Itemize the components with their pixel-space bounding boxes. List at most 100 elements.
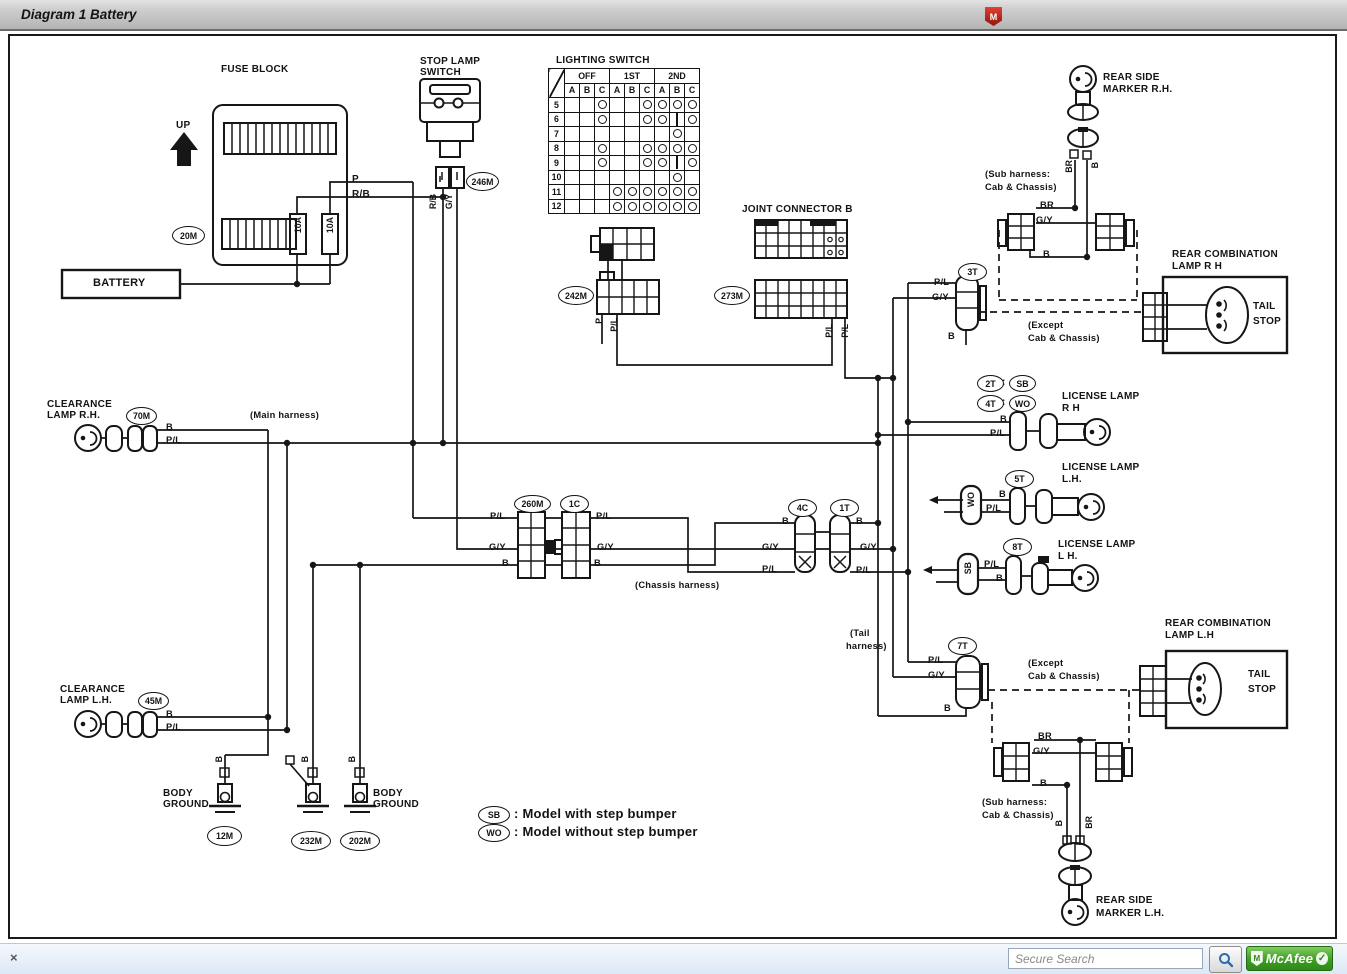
m260-pl: P/L <box>490 511 505 522</box>
stop-rh: STOP <box>1253 316 1281 327</box>
sub-harness-bot-2: Cab & Chassis) <box>982 810 1054 821</box>
connector-202m: 202M <box>340 831 380 851</box>
tail-harness-1: (Tail <box>850 628 870 639</box>
fuse-block-label: FUSE BLOCK <box>221 64 289 75</box>
stop-lamp-label-2: SWITCH <box>420 67 461 78</box>
ground-b-3: B <box>347 756 358 762</box>
except-2b: Cab & Chassis) <box>1028 671 1100 682</box>
sub-bot-br: BR <box>1038 731 1052 742</box>
m260-gy: G/Y <box>489 542 506 553</box>
stop-lh: STOP <box>1248 684 1276 695</box>
connector-1t: 1T <box>830 499 859 517</box>
m260-b: B <box>502 558 509 569</box>
except-1b: Cab & Chassis) <box>1028 333 1100 344</box>
t1-b: B <box>856 516 863 527</box>
stop-lamp-label-1: STOP LAMP <box>420 56 480 67</box>
license-lh1-2: L.H. <box>1062 474 1082 485</box>
tail-harness-2: harness) <box>846 641 887 652</box>
marker-rh-2: MARKER R.H. <box>1103 84 1172 95</box>
sub-harness-top-1: (Sub harness: <box>985 169 1050 180</box>
body-ground-r-1: BODY <box>373 788 403 799</box>
marker-rh-1: REAR SIDE <box>1103 72 1160 83</box>
joint-connector-b-label: JOINT CONNECTOR B <box>742 204 853 215</box>
sub-harness-bot-1: (Sub harness: <box>982 797 1047 808</box>
legend-sb-text: : Model with step bumper <box>514 808 677 819</box>
rear-comb-lh-1: REAR COMBINATION <box>1165 618 1271 629</box>
body-ground-l-1: BODY <box>163 788 193 799</box>
connector-1c: 1C <box>560 495 589 513</box>
connector-4c: 4C <box>788 499 817 517</box>
wire-pl-vert-2: P/L <box>824 324 835 338</box>
license-rh-2: R H <box>1062 403 1080 414</box>
llh2-b: B <box>996 573 1003 584</box>
app-window: Diagram 1 Battery <box>0 0 1347 974</box>
lrh-b: B <box>1000 414 1007 425</box>
except-1a: (Except <box>1028 320 1063 331</box>
c1-pl: P/L <box>596 511 611 522</box>
clh-b: B <box>166 709 173 720</box>
up-label: UP <box>176 120 190 131</box>
colon-1: : <box>1002 377 1006 388</box>
connector-7t: 7T <box>948 637 977 655</box>
marker-lh-2: MARKER L.H. <box>1096 908 1164 919</box>
c1-gy: G/Y <box>597 542 614 553</box>
license-rh-1: LICENSE LAMP <box>1062 391 1139 402</box>
symbol-sb: SB <box>1009 375 1036 392</box>
capsule-wo-label: WO <box>966 492 977 507</box>
c4-pl: P/L <box>762 564 777 575</box>
search-button[interactable] <box>1209 946 1242 973</box>
marker-top-b: B <box>1090 162 1101 168</box>
capsule-sb-label: SB <box>963 562 974 574</box>
wire-rb-vert: R/B <box>428 194 439 209</box>
wire-lines <box>101 160 1207 845</box>
connector-273m: 273M <box>714 286 750 305</box>
t1-pl: P/L <box>856 565 871 576</box>
sub-bot-gy: G/Y <box>1033 746 1050 757</box>
mcafee-badge[interactable]: M McAfee ✓ <box>1246 946 1333 971</box>
lighting-switch-title: LIGHTING SWITCH <box>556 55 650 66</box>
lighting-switch-table: OFF1ST2NDABCABCABC56789101112 <box>548 68 700 214</box>
llh1-b: B <box>999 489 1006 500</box>
connector-12m: 12M <box>207 826 242 846</box>
connector-232m: 232M <box>291 831 331 851</box>
clearance-rh-1: CLEARANCE <box>47 399 112 410</box>
c4-b: B <box>782 516 789 527</box>
connector-246m: 246M <box>466 172 499 191</box>
c1-b: B <box>594 558 601 569</box>
t1-gy: G/Y <box>860 542 877 553</box>
sub-top-gy: G/Y <box>1036 215 1053 226</box>
fuse-10a-1: 10A <box>293 217 304 233</box>
legend-wo-text: : Model without step bumper <box>514 826 698 837</box>
wire-rb: R/B <box>352 189 370 200</box>
body-ground-l-2: GROUND <box>163 799 209 810</box>
crh-b: B <box>166 422 173 433</box>
rear-comb-rh-2: LAMP R H <box>1172 261 1222 272</box>
llh2-pl: P/L <box>984 559 999 570</box>
sub-harness-top-2: Cab & Chassis) <box>985 182 1057 193</box>
marker-bot-br: BR <box>1084 816 1095 829</box>
mcafee-badge-shield-icon: M <box>1251 951 1263 966</box>
legend-sb-symbol: SB <box>478 806 510 824</box>
license-lh2-2: L H. <box>1058 551 1078 562</box>
ground-b-1: B <box>214 756 225 762</box>
search-input[interactable] <box>1008 948 1203 969</box>
colon-2: : <box>1002 397 1006 408</box>
c4-gy: G/Y <box>762 542 779 553</box>
t3-b: B <box>948 331 955 342</box>
sub-top-br: BR <box>1040 200 1054 211</box>
t7-gy: G/Y <box>928 670 945 681</box>
tail-lh: TAIL <box>1248 669 1270 680</box>
legend-wo-symbol: WO <box>478 824 510 842</box>
check-icon: ✓ <box>1316 952 1328 965</box>
clearance-lh-1: CLEARANCE <box>60 684 125 695</box>
connector-242m: 242M <box>558 286 594 305</box>
body-ground-r-2: GROUND <box>373 799 419 810</box>
lrh-pl: P/L <box>990 428 1005 439</box>
license-lh1-1: LICENSE LAMP <box>1062 462 1139 473</box>
clearance-lh-2: LAMP L.H. <box>60 695 112 706</box>
main-harness-label: (Main harness) <box>250 410 319 421</box>
close-icon[interactable]: × <box>10 950 18 965</box>
connector-8t: 8T <box>1003 538 1032 556</box>
license-lh2-1: LICENSE LAMP <box>1058 539 1135 550</box>
wire-pl-vert-3: P/L <box>840 324 851 338</box>
